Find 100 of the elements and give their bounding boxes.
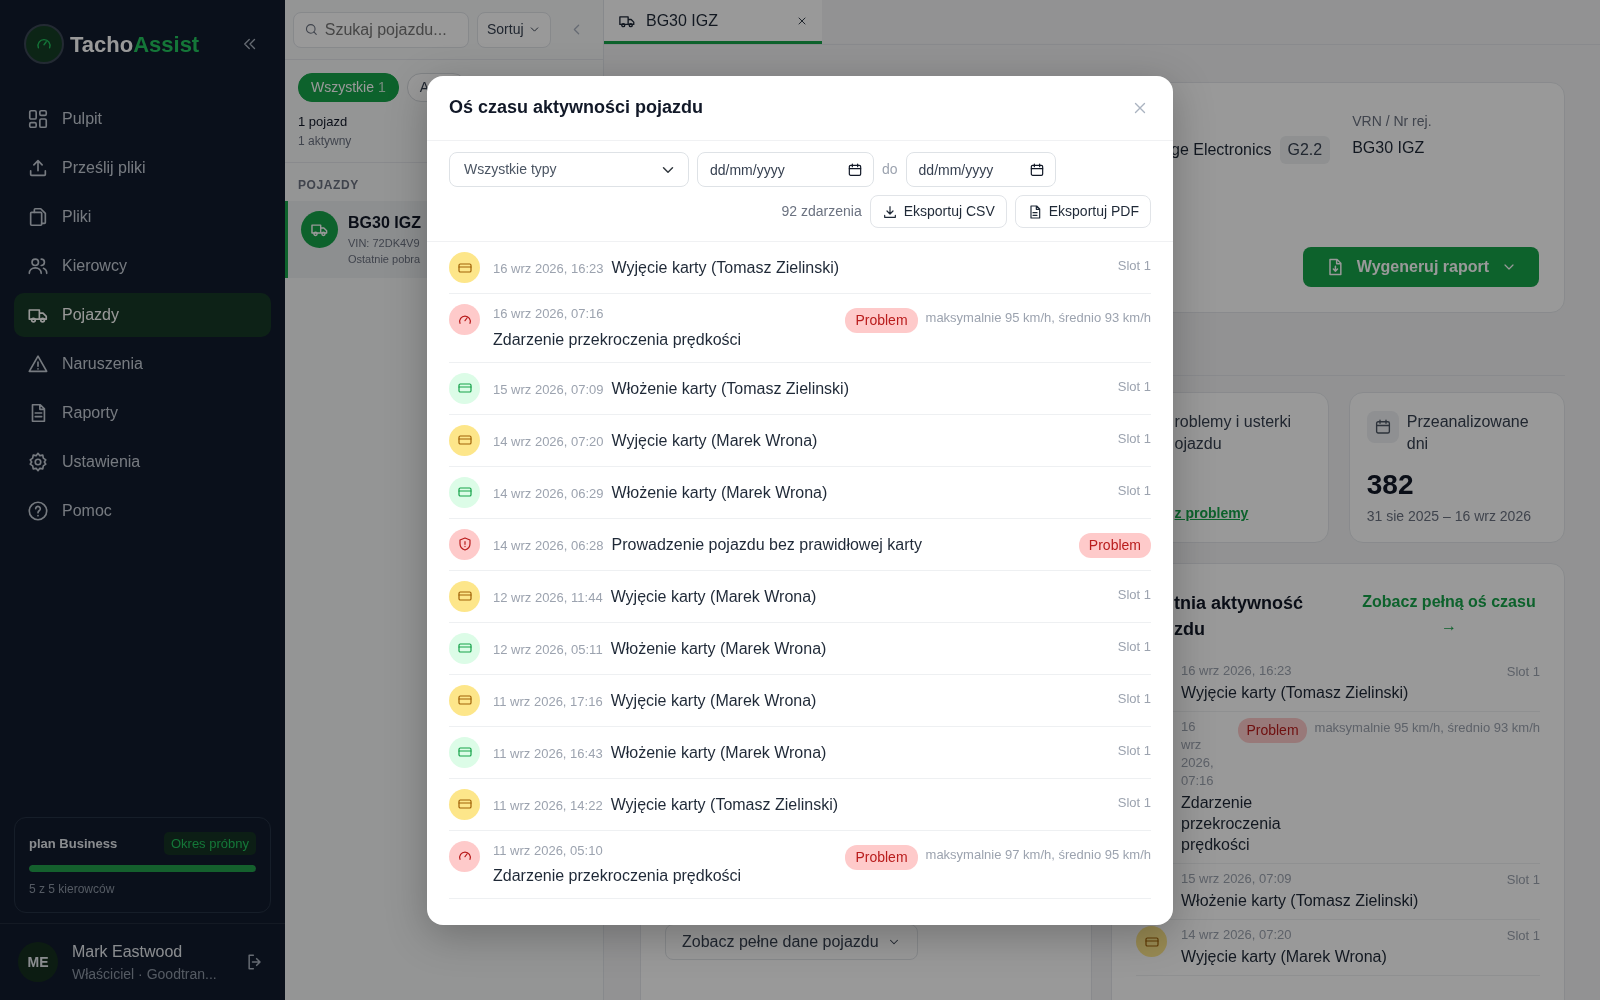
search-input[interactable]: Szukaj pojazdu... [324,17,458,42]
warning-icon [27,353,49,375]
help-icon [27,500,49,522]
card-icon [449,632,480,664]
vehicle-tab[interactable]: BG30 IGZ [604,0,822,44]
event-date: 11 wrz 2026, 17:16 [493,692,603,711]
card-icon [449,736,480,768]
event-date: 12 wrz 2026, 11:44 [493,588,603,607]
timeline-link[interactable]: Zobacz pełną oś czasu → [1358,590,1540,643]
slot-label: Slot 1 [1117,481,1151,500]
event-date: 16 wrz 2026, 16:23 [1181,662,1293,681]
last-download-text: Ostatnie pobra [348,252,421,267]
gauge-icon [449,304,480,335]
shield-icon [449,528,480,560]
problem-badge: Problem [1238,718,1307,744]
slot-label: Slot 1 [1117,585,1151,604]
event-detail: maksymalnie 95 km/h, średnio 93 km/h [925,309,1151,327]
event-date: 12 wrz 2026, 05:11 [493,640,603,659]
export-csv-button[interactable]: Eksportuj CSV [869,195,1007,228]
stats-value: 382 [1366,467,1415,502]
card-icon [449,372,480,404]
download-icon [881,203,898,220]
nav-item[interactable]: Naruszenia [14,342,271,386]
event-date: 14 wrz 2026, 07:20 [493,432,604,451]
nav-item[interactable]: Pliki [14,195,271,239]
event-title: Wyjęcie karty (Tomasz Zielinski) [610,794,839,815]
problem-badge: Problem [845,844,918,870]
problem-badge: Problem [845,308,918,333]
card-icon [449,476,480,508]
stats-title: roblemy i usterki ojazdu [1174,412,1292,455]
slot-label: Slot 1 [1117,793,1151,812]
nav-item[interactable]: Raporty [14,391,271,435]
slot-label: Slot 1 [1117,741,1151,760]
slot-label: Slot 1 [1506,871,1540,890]
details-button[interactable]: Zobacz pełne dane pojazdu [665,924,918,960]
calendar-icon [1366,411,1399,443]
slot-label: Slot 1 [1117,689,1151,708]
event-title: Włożenie karty (Marek Wrona) [610,742,827,763]
card-icon [449,684,480,716]
type-select[interactable]: Wszystkie typy [449,152,689,187]
version-tag: G2.2 [1279,136,1331,164]
event-title: Wyjęcie karty (Marek Wrona) [610,690,817,711]
nav-item[interactable]: Prześlij pliki [14,146,271,190]
search-field[interactable]: Szukaj pojazdu... [293,11,469,48]
event-title: Wyjęcie karty (Tomasz Zielinski) [611,258,840,278]
slot-label: Slot 1 [1117,637,1151,656]
grid-icon [27,108,49,130]
user-role: Właściciel · Goodtran... [72,964,218,984]
calendar-icon [1028,162,1045,178]
event-date: 11 wrz 2026, 14:22 [493,796,603,815]
date-field[interactable]: dd/mm/yyyy [697,152,874,187]
settings-icon [27,451,49,473]
nav-item[interactable]: Pomoc [14,489,271,533]
range-separator: do [882,160,898,179]
logo-text: TachoAssist [70,30,201,59]
event-title: Wyjęcie karty (Marek Wrona) [1181,947,1387,968]
event-title: Zdarzenie przekroczenia prędkości [1181,793,1282,856]
event-title: Wyjęcie karty (Marek Wrona) [610,586,817,607]
files-icon [27,206,49,228]
event-title: Prowadzenie pojazdu bez prawidłowej karty [611,534,922,555]
filter-chip[interactable]: Wszystkie 1 [298,73,399,102]
event-title: Zdarzenie przekroczenia prędkości [493,866,742,886]
slot-label: Slot 1 [1117,377,1151,396]
usage-text: 5 z 5 kierowców [29,881,116,898]
search-icon [304,21,319,38]
event-title: Włożenie karty (Marek Wrona) [611,482,828,503]
date-range: 31 sie 2025 – 16 wrz 2026 [1366,506,1532,526]
event-date: 14 wrz 2026, 07:20 [1181,926,1293,945]
plan-name: plan Business [29,834,118,853]
avatar: ME [18,942,58,982]
slot-label: Slot 1 [1117,257,1151,275]
date-field[interactable]: dd/mm/yyyy [905,152,1056,187]
active-count: 1 aktywny [298,132,353,150]
nav-item[interactable]: Pulpit [14,97,271,141]
event-count: 92 zdarzenia [781,202,862,221]
report-button[interactable]: Wygeneruj raport [1302,247,1539,287]
nav-item[interactable]: Ustawienia [14,440,271,484]
event-detail: maksymalnie 97 km/h, średnio 95 km/h [925,845,1151,864]
logo-icon [24,24,64,64]
event-detail: maksymalnie 95 km/h, średnio 93 km/h [1314,719,1540,738]
section-heading: POJAZDY [298,178,359,191]
event-date: 14 wrz 2026, 06:28 [493,536,604,555]
event-date: 14 wrz 2026, 06:29 [493,484,604,503]
nav-item[interactable]: Kierowcy [14,244,271,288]
slot-label: Slot 1 [1506,663,1540,682]
card-icon [449,788,480,820]
upload-icon [27,157,49,179]
field-label: VRN / Nr rej. [1352,112,1432,131]
problems-link[interactable]: z problemy [1174,503,1311,524]
event-date: 16 wrz 2026, 16:23 [493,260,604,278]
event-title: Włożenie karty (Marek Wrona) [610,638,827,659]
truck-icon [301,210,338,248]
event-date: 11 wrz 2026, 05:10 [493,841,604,860]
event-title: Włożenie karty (Tomasz Zielinski) [1181,891,1419,912]
export-pdf-button[interactable]: Eksportuj PDF [1014,195,1151,228]
event-date: 15 wrz 2026, 07:09 [493,380,604,399]
users-icon [27,255,49,277]
event-date: 11 wrz 2026, 16:43 [493,744,603,763]
nav-item[interactable]: Pojazdy [14,293,271,337]
sort-button[interactable]: Sortuj [477,11,551,48]
